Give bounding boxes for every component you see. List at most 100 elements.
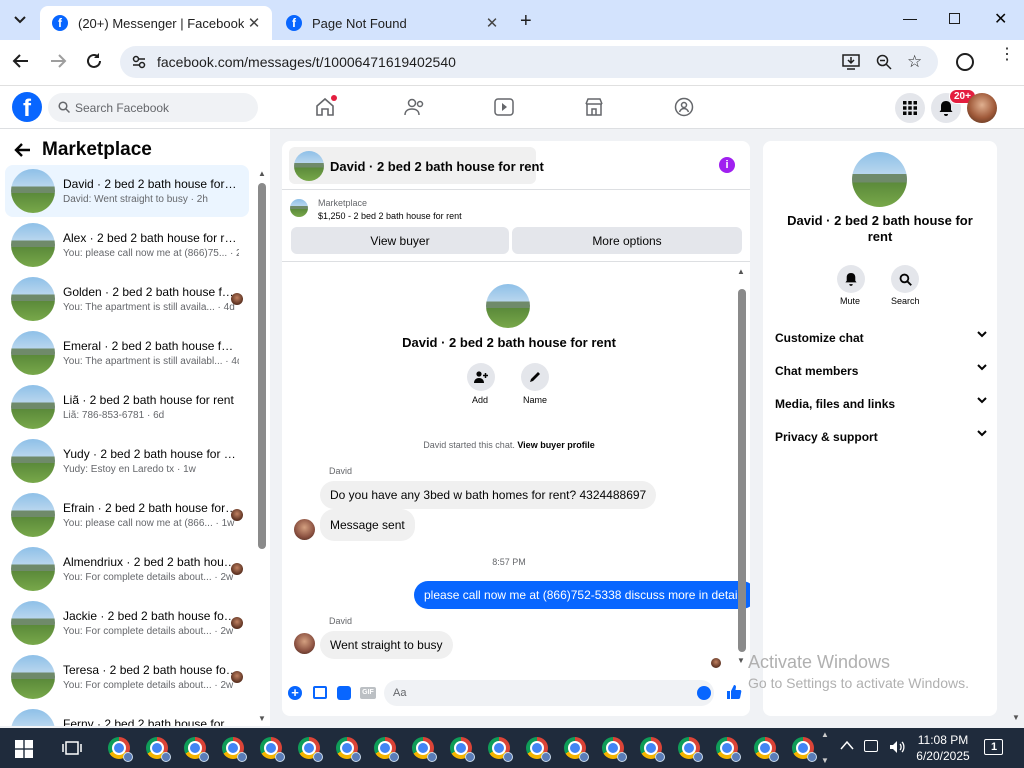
view-buyer-profile-link[interactable]: View buyer profile (517, 440, 594, 450)
my-message-bubble[interactable]: please call now me at (866)752-5338 disc… (414, 581, 750, 609)
message-input[interactable]: Aa (384, 680, 714, 706)
volume-icon[interactable] (889, 739, 905, 755)
chrome-taskbar-icon[interactable] (564, 737, 589, 762)
chrome-taskbar-icon[interactable] (526, 737, 551, 762)
info-icon[interactable]: i (719, 157, 735, 173)
sender-avatar[interactable] (294, 633, 315, 654)
chat-header[interactable]: David · 2 bed 2 bath house for rent (289, 147, 544, 184)
forward-icon[interactable] (49, 52, 67, 70)
conversation-item[interactable]: Yudy · 2 bed 2 bath house for rent Yudy: … (5, 435, 249, 487)
conversation-item[interactable]: Jackie · 2 bed 2 bath house for rent You:… (5, 597, 249, 649)
back-icon[interactable] (12, 52, 30, 70)
minimize-icon[interactable]: — (903, 10, 917, 26)
tab-messenger[interactable]: f (20+) Messenger | Facebook ✕ (40, 6, 272, 40)
emoji-icon[interactable] (697, 686, 711, 700)
scroll-down-arrow[interactable]: ▼ (737, 656, 745, 665)
conversation-item[interactable]: Efrain · 2 bed 2 bath house for rent You:… (5, 489, 249, 541)
chrome-taskbar-icon[interactable] (222, 737, 247, 762)
thumbs-up-icon[interactable] (726, 684, 742, 700)
home-icon[interactable] (315, 95, 337, 117)
gif-icon[interactable]: GIF (360, 687, 376, 699)
chrome-taskbar-icon[interactable] (450, 737, 475, 762)
install-app-icon[interactable] (842, 54, 860, 70)
menu-grid-icon[interactable] (895, 93, 925, 123)
panel-section[interactable]: Privacy & support (775, 430, 987, 444)
panel-section[interactable]: Media, files and links (775, 397, 987, 411)
facebook-logo-icon[interactable]: f (12, 92, 42, 122)
chrome-taskbar-icon[interactable] (716, 737, 741, 762)
account-avatar[interactable] (967, 93, 997, 123)
windows-start-icon[interactable] (15, 740, 33, 758)
message-bubble[interactable]: Message sent (320, 509, 415, 541)
chrome-taskbar-icon[interactable] (260, 737, 285, 762)
new-tab-icon[interactable]: + (520, 10, 532, 33)
tab-search-icon[interactable] (10, 10, 30, 30)
panel-section[interactable]: Customize chat (775, 331, 987, 345)
more-options-button[interactable]: More options (512, 227, 742, 254)
site-settings-icon[interactable] (132, 55, 146, 69)
browser-menu-icon[interactable]: ⋮ (999, 47, 1015, 63)
chat-scrollbar[interactable] (738, 289, 746, 652)
window-close-icon[interactable]: ✕ (994, 9, 1007, 29)
message-bubble[interactable]: Do you have any 3bed w bath homes for re… (320, 481, 657, 509)
action-center-icon[interactable]: 1 (984, 739, 1003, 755)
friends-icon[interactable] (404, 98, 426, 116)
mute-bell-icon[interactable] (837, 265, 865, 293)
sticker-icon[interactable] (337, 686, 351, 700)
sender-avatar[interactable] (294, 519, 315, 540)
groups-icon[interactable] (674, 97, 694, 117)
back-arrow-icon[interactable] (14, 142, 32, 158)
system-clock[interactable]: 11:08 PM 6/20/2025 (913, 732, 973, 764)
page-scroll-down-arrow[interactable]: ▼ (1012, 713, 1020, 722)
close-tab-icon[interactable]: ✕ (482, 14, 502, 32)
listing-price[interactable]: $1,250 - 2 bed 2 bath house for rent (318, 211, 462, 221)
conversation-item[interactable]: Alex · 2 bed 2 bath house for rent You: p… (5, 219, 249, 271)
chrome-taskbar-icon[interactable] (374, 737, 399, 762)
tab-page-not-found[interactable]: f Page Not Found ✕ (274, 6, 510, 40)
message-bubble[interactable]: Went straight to busy (320, 631, 453, 659)
attach-photo-icon[interactable] (313, 686, 327, 699)
chrome-taskbar-icon[interactable] (678, 737, 703, 762)
restore-icon[interactable] (949, 13, 960, 24)
zoom-icon[interactable] (876, 54, 892, 70)
conversation-item[interactable]: Liã · 2 bed 2 bath house for rent Liã: 78… (5, 381, 249, 433)
chrome-taskbar-icon[interactable] (754, 737, 779, 762)
search-conversation-icon[interactable] (891, 265, 919, 293)
scroll-up-arrow[interactable]: ▲ (258, 169, 266, 178)
chrome-taskbar-icon[interactable] (184, 737, 209, 762)
address-bar[interactable]: facebook.com/messages/t/1000647161940254… (120, 46, 938, 78)
chrome-taskbar-icon[interactable] (640, 737, 665, 762)
chrome-taskbar-icon[interactable] (336, 737, 361, 762)
taskbar-scroll-up[interactable]: ▲ (821, 730, 829, 739)
task-view-icon[interactable] (62, 740, 82, 756)
chrome-taskbar-icon[interactable] (602, 737, 627, 762)
conversation-item[interactable]: Ferny · 2 bed 2 bath house for rent (5, 705, 249, 726)
add-person-icon[interactable] (467, 363, 495, 391)
conversation-item[interactable]: Almendriux · 2 bed 2 bath house for rent… (5, 543, 249, 595)
chrome-taskbar-icon[interactable] (792, 737, 817, 762)
chat-profile-picture[interactable] (486, 284, 530, 328)
sidebar-scrollbar[interactable] (258, 183, 266, 549)
chrome-taskbar-icon[interactable] (412, 737, 437, 762)
conversation-item[interactable]: Teresa · 2 bed 2 bath house for rent You:… (5, 651, 249, 703)
panel-section[interactable]: Chat members (775, 364, 987, 378)
chrome-taskbar-icon[interactable] (488, 737, 513, 762)
conversation-item[interactable]: Emeral · 2 bed 2 bath house for rent You:… (5, 327, 249, 379)
scroll-up-arrow[interactable]: ▲ (737, 267, 745, 276)
show-hidden-icons-icon[interactable] (840, 740, 854, 750)
edit-name-icon[interactable] (521, 363, 549, 391)
view-buyer-button[interactable]: View buyer (291, 227, 509, 254)
more-actions-icon[interactable]: + (288, 686, 302, 700)
chrome-taskbar-icon[interactable] (108, 737, 133, 762)
bookmark-star-icon[interactable]: ☆ (907, 52, 922, 72)
close-tab-icon[interactable]: ✕ (244, 14, 264, 32)
conversation-item[interactable]: Golden · 2 bed 2 bath house for rent You:… (5, 273, 249, 325)
search-input[interactable]: Search Facebook (48, 93, 258, 122)
reload-icon[interactable] (85, 52, 103, 70)
chrome-taskbar-icon[interactable] (146, 737, 171, 762)
watch-icon[interactable] (494, 98, 514, 116)
profile-icon[interactable] (956, 53, 974, 71)
panel-profile-picture[interactable] (852, 152, 907, 207)
marketplace-icon[interactable] (584, 98, 604, 116)
taskbar-scroll-down[interactable]: ▼ (821, 756, 829, 765)
